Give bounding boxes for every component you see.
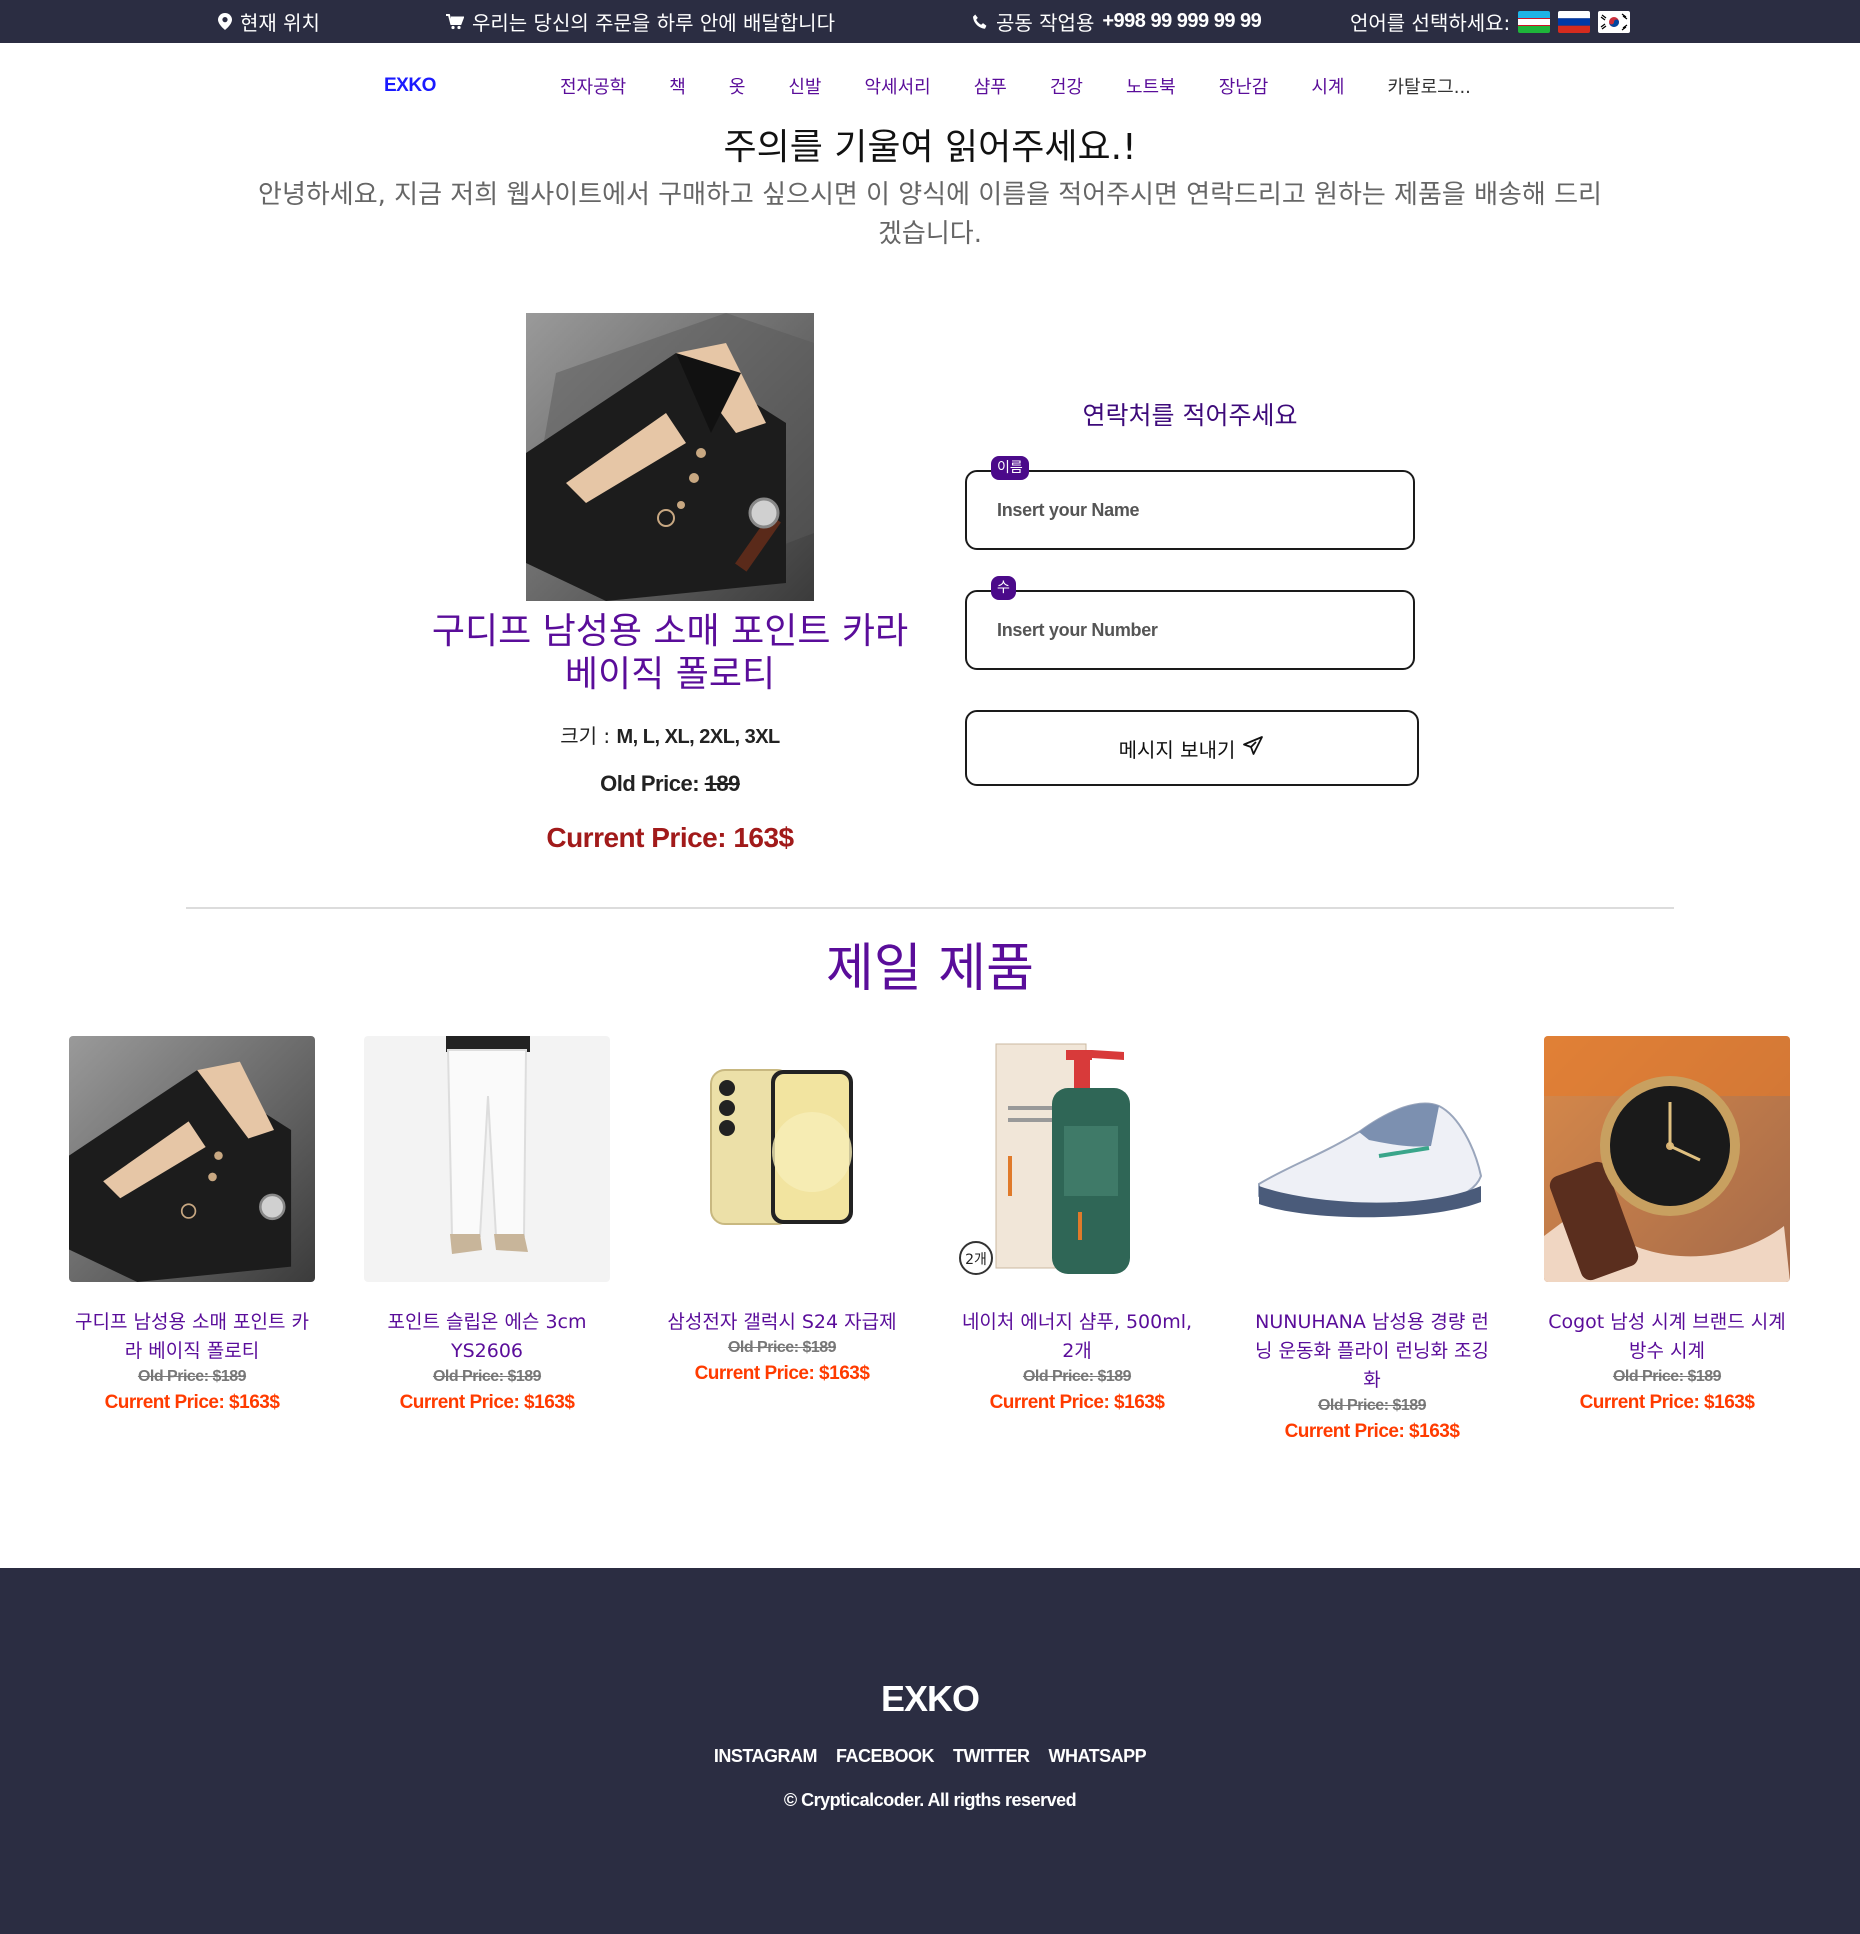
product-card[interactable]: 2개 네이처 에너지 샴푸, 500ml, 2개 Old Price: $189…	[954, 1036, 1200, 1414]
uzbekistan-flag-icon[interactable]	[1518, 10, 1551, 33]
phone-info[interactable]: 공동 작업용 +998 99 999 99 99	[972, 0, 1262, 43]
nav-link-catalog[interactable]: 카탈로그...	[1388, 73, 1471, 99]
product-card-current-price: Current Price: $163$	[989, 1392, 1165, 1413]
product-card-title: 네이처 에너지 샴푸, 500ml, 2개	[961, 1311, 1193, 1362]
nav-logo[interactable]: EXKO	[384, 75, 436, 97]
old-price-label: Old Price:	[600, 771, 700, 796]
product-card[interactable]: 삼성전자 갤럭시 S24 자급제 Old Price: $189 Current…	[659, 1036, 905, 1385]
product-title: 구디프 남성용 소매 포인트 카라 베이직 폴로티	[431, 611, 909, 695]
nav-link-toys[interactable]: 장난감	[1219, 73, 1269, 99]
product-card-current-price: Current Price: $163$	[694, 1363, 870, 1384]
phone-icon	[972, 14, 988, 30]
product-card-old-price: Old Price: $189	[137, 1368, 247, 1385]
product-card-image	[1544, 1036, 1790, 1282]
product-card-old-price: Old Price: $189	[1317, 1397, 1427, 1414]
product-card-image	[69, 1036, 315, 1282]
intro-text: 안녕하세요, 지금 저희 웹사이트에서 구매하고 싶으시면 이 양식에 이름을 …	[258, 180, 1602, 249]
send-message-button[interactable]: 메시지 보내기	[965, 710, 1419, 786]
number-field[interactable]: 수	[965, 576, 1415, 670]
number-input[interactable]	[995, 614, 1379, 646]
cart-icon	[446, 13, 464, 30]
product-current-price: Current Price: 163$	[546, 822, 794, 853]
product-card-old-price: Old Price: $189	[1022, 1368, 1132, 1385]
footer-links: INSTAGRAM FACEBOOK TWITTER WHATSAPP	[0, 1746, 1860, 1767]
best-products-title: 제일 제품	[826, 939, 1034, 999]
product-old-price: Old Price: 189	[430, 771, 910, 797]
shampoo-badge: 2개	[965, 1252, 987, 1268]
product-card[interactable]: NUNUHANA 남성용 경량 런닝 운동화 플라이 런닝화 조깅화 Old P…	[1249, 1036, 1495, 1443]
korea-flag-icon[interactable]	[1598, 10, 1631, 33]
nav-link-laptops[interactable]: 노트북	[1126, 73, 1176, 99]
product-card-title: NUNUHANA 남성용 경량 런닝 운동화 플라이 런닝화 조깅화	[1255, 1311, 1489, 1391]
nav-link-shampoo[interactable]: 샴푸	[974, 73, 1007, 99]
product-card-image: 2개	[954, 1036, 1200, 1282]
intro-title: 주의를 기울여 읽어주세요.!	[723, 127, 1137, 168]
footer-copyright: © Crypticalcoder. All rigths reserved	[783, 1790, 1077, 1810]
form-title: 연락처를 적어주세요	[1082, 401, 1298, 430]
nav-link-accessories[interactable]: 악세서리	[865, 73, 931, 99]
location-text: 현재 위치	[240, 11, 320, 35]
nav-link-clothes[interactable]: 옷	[729, 73, 746, 99]
number-field-label: 수	[991, 576, 1016, 600]
product-card[interactable]: 포인트 슬립온 에슨 3cm YS2606 Old Price: $189 Cu…	[364, 1036, 610, 1414]
old-price-value: 189	[704, 771, 741, 796]
footer-link-whatsapp[interactable]: WHATSAPP	[1049, 1746, 1147, 1767]
nav-link-health[interactable]: 건강	[1050, 73, 1083, 99]
location-pin-icon	[218, 13, 232, 30]
nav-link-watches[interactable]: 시계	[1311, 73, 1344, 99]
delivery-text: 우리는 당신의 주문을 하루 안에 배달합니다	[472, 11, 835, 35]
footer: EXKO INSTAGRAM FACEBOOK TWITTER WHATSAPP…	[0, 1568, 1860, 1934]
phone-number: +998 99 999 99 99	[1102, 10, 1262, 32]
product-card-title: Cogot 남성 시계 브랜드 시계 방수 시계	[1548, 1311, 1786, 1362]
name-field-label: 이름	[991, 456, 1029, 480]
size-values: M, L, XL, 2XL, 3XL	[616, 726, 781, 748]
size-label: 크기 :	[560, 724, 611, 748]
language-selector: 언어를 선택하세요:	[1350, 0, 1631, 43]
russia-flag-icon[interactable]	[1558, 10, 1591, 33]
product-card-current-price: Current Price: $163$	[1284, 1421, 1460, 1442]
product-card-title: 구디프 남성용 소매 포인트 카라 베이직 폴로티	[75, 1311, 309, 1362]
footer-logo[interactable]: EXKO	[0, 1678, 1860, 1720]
product-card-old-price: Old Price: $189	[727, 1339, 837, 1356]
name-input[interactable]	[995, 494, 1379, 526]
product-card-current-price: Current Price: $163$	[1579, 1392, 1755, 1413]
product-card-old-price: Old Price: $189	[1612, 1368, 1722, 1385]
name-field[interactable]: 이름	[965, 456, 1415, 550]
product-image	[526, 313, 814, 601]
product-card-image	[364, 1036, 610, 1282]
product-card-current-price: Current Price: $163$	[104, 1392, 280, 1413]
language-label: 언어를 선택하세요:	[1350, 11, 1511, 35]
nav-link-electronics[interactable]: 전자공학	[560, 73, 626, 99]
footer-link-twitter[interactable]: TWITTER	[953, 1746, 1030, 1767]
paper-plane-icon	[1241, 734, 1265, 763]
product-card-current-price: Current Price: $163$	[399, 1392, 575, 1413]
product-sizes: 크기 : M, L, XL, 2XL, 3XL	[430, 720, 910, 749]
footer-link-facebook[interactable]: FACEBOOK	[836, 1746, 935, 1767]
section-divider	[186, 907, 1674, 909]
nav-link-books[interactable]: 책	[669, 73, 686, 99]
product-card-title: 삼성전자 갤럭시 S24 자급제	[667, 1311, 897, 1333]
nav-links: 전자공학 책 옷 신발 악세서리 샴푸 건강 노트북 장난감 시계 카탈로그..…	[560, 73, 1471, 99]
product-card-image	[659, 1036, 905, 1282]
nav-link-shoes[interactable]: 신발	[788, 73, 821, 99]
product-card[interactable]: Cogot 남성 시계 브랜드 시계 방수 시계 Old Price: $189…	[1544, 1036, 1790, 1414]
phone-label: 공동 작업용	[996, 11, 1095, 35]
location-link[interactable]: 현재 위치	[218, 0, 320, 43]
product-card-title: 포인트 슬립온 에슨 3cm YS2606	[387, 1311, 587, 1362]
send-button-label: 메시지 보내기	[1118, 737, 1236, 762]
product-card[interactable]: 구디프 남성용 소매 포인트 카라 베이직 폴로티 Old Price: $18…	[69, 1036, 315, 1414]
footer-link-instagram[interactable]: INSTAGRAM	[714, 1746, 818, 1767]
top-bar: 현재 위치 우리는 당신의 주문을 하루 안에 배달합니다 공동 작업용 +99…	[0, 0, 1860, 43]
product-card-image	[1249, 1036, 1495, 1282]
delivery-info: 우리는 당신의 주문을 하루 안에 배달합니다	[446, 0, 835, 43]
product-card-old-price: Old Price: $189	[432, 1368, 542, 1385]
